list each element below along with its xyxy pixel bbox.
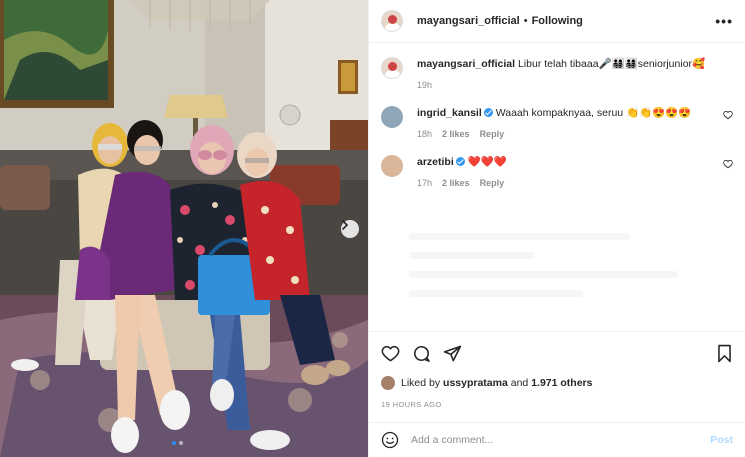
reply-button[interactable]: Reply [480,129,505,139]
post-detail-panel: mayangsari_official • Following ••• maya… [368,0,745,457]
liked-by-user[interactable]: ussypratama [443,377,508,389]
comment-body: ❤️❤️❤️ [467,156,507,168]
reply-button[interactable]: Reply [480,178,505,188]
comments-list: mayangsari_official Libur telah tibaaa🎤👨… [369,43,745,331]
caption-meta: 19h [417,80,733,90]
comment-icon[interactable] [412,344,431,363]
caption-username[interactable]: mayangsari_official [417,58,515,70]
share-icon[interactable] [443,344,462,363]
faded-comments-placeholder [409,233,725,331]
author-avatar[interactable] [381,10,403,32]
chevron-right-icon [342,220,349,230]
liked-by: Liked by ussypratama and 1.971 others [381,376,733,390]
comment-time[interactable]: 18h [417,129,432,139]
emoji-icon[interactable] [381,431,399,449]
next-photo-button[interactable] [341,220,359,238]
liked-by-prefix: Liked by [401,377,441,389]
commenter-avatar[interactable] [381,106,403,128]
comment-likes[interactable]: 2 likes [442,178,470,188]
comment-like-heart-icon[interactable] [723,159,733,169]
caption-time[interactable]: 19h [417,80,432,90]
carousel-dot [179,441,183,445]
liked-by-middle: and [510,377,529,389]
caption-body: Libur telah tibaaa🎤👨‍👩‍👧‍👦👨‍👩‍👧‍👦seniorj… [517,58,706,70]
comment-input[interactable] [411,434,711,446]
liker-avatar[interactable] [381,376,395,390]
verified-badge-icon [455,157,465,166]
action-bar [381,342,733,364]
separator-dot: • [523,15,528,27]
commenter-avatar[interactable] [381,155,403,177]
comment-username[interactable]: ingrid_kansil [417,107,482,119]
photo-illustration [0,0,368,457]
comment-likes[interactable]: 2 likes [442,129,470,139]
comment-body: Waaah kompaknyaa, seruu 👏👏😍😍😍 [495,107,692,119]
add-comment-bar: Post [369,422,745,457]
post-actions-area: Liked by ussypratama and 1.971 others 19… [369,331,745,409]
comment-meta: 17h 2 likes Reply [417,178,733,188]
post-photo[interactable] [0,0,368,457]
caption: mayangsari_official Libur telah tibaaa🎤👨… [381,57,733,90]
post-timestamp[interactable]: 19 HOURS AGO [381,400,733,409]
comment-time[interactable]: 17h [417,178,432,188]
comment-like-heart-icon[interactable] [723,110,733,120]
comment-text: arzetibi ❤️❤️❤️ [417,155,733,169]
more-options-icon[interactable]: ••• [715,13,733,29]
heart-icon[interactable] [381,344,400,363]
caption-text: mayangsari_official Libur telah tibaaa🎤👨… [417,57,733,71]
comment-username[interactable]: arzetibi [417,156,454,168]
caption-avatar[interactable] [381,57,403,79]
post-comment-button[interactable]: Post [710,434,733,446]
comment-item: ingrid_kansil Waaah kompaknyaa, seruu 👏👏… [381,106,733,139]
carousel-dots [172,441,183,445]
comment-meta: 18h 2 likes Reply [417,129,733,139]
comment-item: arzetibi ❤️❤️❤️ 17h 2 likes Reply [381,155,733,188]
carousel-dot [172,441,176,445]
comment-text: ingrid_kansil Waaah kompaknyaa, seruu 👏👏… [417,106,733,120]
post-header: mayangsari_official • Following ••• [369,0,745,43]
likes-count[interactable]: 1.971 others [531,377,592,389]
bookmark-icon[interactable] [716,344,733,363]
author-username[interactable]: mayangsari_official [417,15,520,27]
verified-badge-icon [483,108,493,117]
following-button[interactable]: Following [532,15,583,27]
